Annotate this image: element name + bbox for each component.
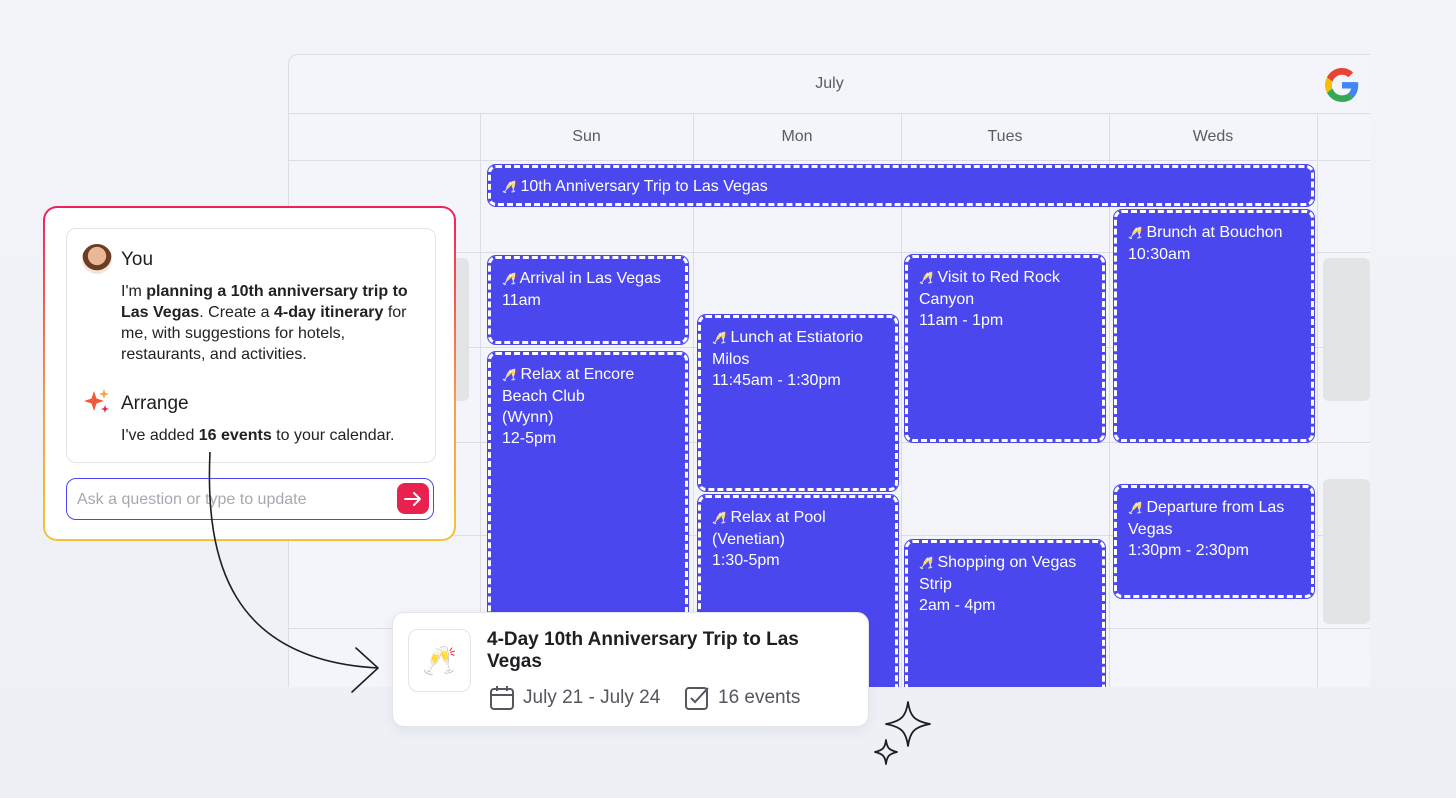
- calendar-event[interactable]: 🥂 Visit to Red Rock Canyon 11am - 1pm: [904, 254, 1106, 443]
- grid-line: [480, 114, 481, 687]
- assistant-message: I've added 16 events to your calendar.: [121, 427, 395, 444]
- event-time: 1:30pm - 2:30pm: [1128, 542, 1249, 559]
- event-time: 11am: [502, 292, 541, 309]
- champagne-glasses-icon: 🥂: [408, 629, 471, 692]
- assistant-name: Arrange: [121, 393, 189, 414]
- calendar-event[interactable]: 🥂 Relax at Encore Beach Club (Wynn) 12-5…: [487, 351, 689, 628]
- checkbox-icon: [685, 687, 709, 710]
- user-message: I'm planning a 10th anniversary trip to …: [121, 283, 408, 363]
- calendar-event[interactable]: 🥂 Shopping on Vegas Strip 2am - 4pm: [904, 539, 1106, 687]
- day-header-tues: Tues: [987, 128, 1023, 145]
- calendar-event[interactable]: 🥂 Arrival in Las Vegas 11am: [487, 255, 689, 345]
- champagne-icon: 🥂: [712, 511, 727, 525]
- grid-line: [1317, 114, 1318, 687]
- day-header-weds: Weds: [1192, 128, 1234, 145]
- champagne-icon: 🥂: [712, 331, 727, 345]
- sparkle-icon: [84, 389, 109, 413]
- event-time: 11am - 1pm: [919, 312, 1004, 329]
- user-avatar: [82, 244, 112, 274]
- send-button[interactable]: [397, 483, 429, 514]
- chat-input[interactable]: [75, 487, 389, 513]
- event-time: 2am - 4pm: [919, 597, 996, 614]
- user-name: You: [121, 249, 154, 270]
- calendar-event[interactable]: 🥂 Lunch at Estiatorio Milos 11:45am - 1:…: [697, 314, 899, 492]
- conversation: You I'm planning a 10th anniversary trip…: [66, 228, 436, 463]
- calendar-icon: [490, 686, 514, 710]
- event-time: 12-5pm: [502, 430, 557, 447]
- arrow-right-icon: [404, 491, 421, 506]
- itinerary-summary-card[interactable]: 🥂 4-Day 10th Anniversary Trip to Las Veg…: [392, 612, 869, 727]
- itinerary-title: 4-Day 10th Anniversary Trip to Las Vegas: [487, 629, 799, 672]
- champagne-icon: 🥂: [919, 271, 934, 285]
- grid-line: [289, 160, 1370, 161]
- champagne-icon: 🥂: [502, 272, 517, 286]
- month-header: July: [289, 55, 1370, 114]
- champagne-icon: 🥂: [1128, 501, 1143, 515]
- assistant-chat-panel: You I'm planning a 10th anniversary trip…: [43, 206, 456, 541]
- day-header-mon: Mon: [781, 128, 813, 145]
- calendar-event[interactable]: 🥂 10th Anniversary Trip to Las Vegas: [487, 164, 1315, 207]
- day-header-sun: Sun: [572, 128, 601, 145]
- sparkle-decoration-icon: [874, 701, 931, 765]
- placeholder-block: [1323, 258, 1370, 401]
- event-time: 1:30-5pm: [712, 552, 780, 569]
- placeholder-block: [1323, 479, 1370, 624]
- event-time: 10:30am: [1128, 246, 1191, 263]
- google-logo-icon: [1325, 68, 1359, 102]
- calendar-event[interactable]: 🥂 Brunch at Bouchon 10:30am: [1113, 209, 1315, 443]
- champagne-icon: 🥂: [502, 368, 517, 382]
- champagne-icon: 🥂: [1128, 226, 1143, 240]
- event-time: 11:45am - 1:30pm: [712, 372, 841, 389]
- champagne-icon: 🥂: [502, 180, 517, 194]
- chat-input-box[interactable]: [66, 478, 434, 520]
- champagne-icon: 🥂: [919, 556, 934, 570]
- calendar-event[interactable]: 🥂 Departure from Las Vegas 1:30pm - 2:30…: [1113, 484, 1315, 599]
